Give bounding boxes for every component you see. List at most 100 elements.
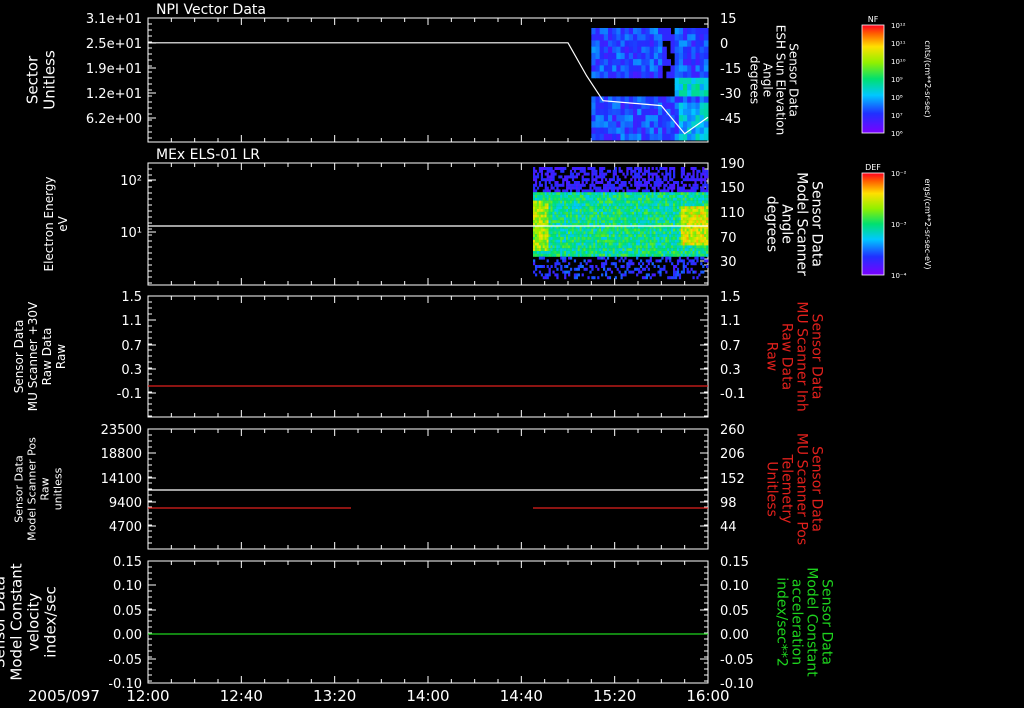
spectrogram-cell xyxy=(659,253,662,257)
spectrogram-cell xyxy=(643,276,647,280)
spectrogram-cell xyxy=(682,189,685,193)
panel-frame xyxy=(147,295,709,418)
spectrogram-cell xyxy=(562,256,565,260)
spectrogram-cell xyxy=(686,237,689,240)
spectrogram-cell xyxy=(692,262,695,266)
spectrogram-cell xyxy=(560,200,563,204)
spectrogram-cell xyxy=(616,203,619,207)
spectrogram-cell xyxy=(569,209,573,212)
spectrogram-cell xyxy=(581,228,584,232)
spectrogram-cell xyxy=(653,192,656,196)
spectrogram-cell xyxy=(544,242,547,246)
spectrogram-cell xyxy=(669,209,672,212)
spectrogram-cell xyxy=(651,203,654,207)
spectrogram-cell xyxy=(620,209,623,212)
spectrogram-cell xyxy=(678,242,682,246)
spectrogram-cell xyxy=(633,115,638,122)
spectrogram-cell xyxy=(558,209,561,212)
spectrogram-cell xyxy=(671,183,674,187)
spectrogram-cell xyxy=(696,245,699,249)
spectrogram-cell xyxy=(691,34,696,41)
spectrogram-cell xyxy=(564,242,567,246)
spectrogram-cell xyxy=(544,172,547,176)
spectrogram-cell xyxy=(706,211,709,215)
spectrogram-cell xyxy=(671,209,674,212)
spectrogram-cell xyxy=(688,217,691,221)
spectrogram-cell xyxy=(599,195,602,198)
spectrogram-cell xyxy=(620,248,623,252)
spectrogram-cell xyxy=(684,195,687,198)
spectrogram-cell xyxy=(593,228,596,232)
spectrogram-cell xyxy=(706,245,709,249)
spectrogram-cell xyxy=(534,183,538,187)
spectrogram-cell xyxy=(616,200,619,204)
spectrogram-cell xyxy=(573,217,577,221)
spectrogram-cell xyxy=(665,183,668,187)
spectrogram-cell xyxy=(595,203,598,207)
spectrogram-cell xyxy=(581,175,584,179)
spectrogram-cell xyxy=(702,197,705,201)
spectrogram-cell xyxy=(581,237,584,240)
spectrogram-cell xyxy=(566,214,569,218)
spectrogram-cell xyxy=(610,183,614,187)
spectrogram-cell xyxy=(630,253,633,257)
spectrogram-cell xyxy=(568,251,571,254)
spectrogram-cell xyxy=(634,189,637,193)
spectrogram-cell xyxy=(624,214,627,218)
spectrogram-cell xyxy=(620,127,626,135)
spectrogram-cell xyxy=(597,251,600,254)
spectrogram-cell xyxy=(638,242,641,246)
spectrogram-cell xyxy=(688,211,691,215)
spectrogram-cell xyxy=(649,237,652,240)
spectrogram-cell xyxy=(649,239,652,243)
spectrogram-cell xyxy=(700,189,703,193)
spectrogram-cell xyxy=(548,175,551,179)
spectrogram-cell xyxy=(655,197,658,201)
spectrogram-cell xyxy=(700,270,703,274)
spectrogram-cell xyxy=(636,220,639,224)
spectrogram-cell xyxy=(556,211,559,215)
spectrogram-cell xyxy=(661,181,664,184)
spectrogram-cell xyxy=(645,52,651,60)
spectrogram-cell xyxy=(610,248,614,252)
spectrogram-cell xyxy=(614,169,617,173)
spectrogram-cell xyxy=(573,253,577,257)
right-tick-label: 0.05 xyxy=(720,604,749,619)
spectrogram-cell xyxy=(703,28,709,35)
spectrogram-cell xyxy=(702,248,705,252)
spectrogram-cell xyxy=(676,206,680,210)
spectrogram-cell xyxy=(597,197,600,201)
spectrogram-cell xyxy=(587,209,590,212)
spectrogram-cell xyxy=(610,214,614,218)
spectrogram-cell xyxy=(676,186,680,190)
spectrogram-cell xyxy=(624,203,627,207)
spectrogram-cell xyxy=(678,28,684,35)
spectrogram-cell xyxy=(666,59,671,66)
spectrogram-cell xyxy=(581,169,584,173)
spectrogram-cell xyxy=(612,115,617,122)
spectrogram-cell xyxy=(682,169,685,173)
spectrogram-cell xyxy=(634,172,637,176)
spectrogram-cell xyxy=(676,189,680,193)
spectrogram-cell xyxy=(573,276,577,280)
spectrogram-cell xyxy=(680,248,684,252)
spectrogram-cell xyxy=(579,242,582,246)
spectrogram-cell xyxy=(704,192,707,196)
y-axis-label: Sensor Data xyxy=(13,455,26,522)
spectrogram-cell xyxy=(641,220,645,224)
spectrogram-cell xyxy=(604,273,608,277)
spectrogram-cell xyxy=(645,239,649,243)
spectrogram-cell xyxy=(558,175,561,179)
spectrogram-cell xyxy=(649,214,652,218)
spectrogram-cell xyxy=(597,203,600,207)
spectrogram-cell xyxy=(632,251,635,254)
spectrogram-cell xyxy=(674,214,678,218)
spectrogram-cell xyxy=(587,200,590,204)
y-axis-label: Electron Energy xyxy=(42,176,56,271)
spectrogram-cell xyxy=(577,234,580,238)
spectrogram-cell xyxy=(579,195,582,198)
spectrogram-cell xyxy=(585,239,588,243)
spectrogram-cell xyxy=(653,172,656,176)
spectrogram-cell xyxy=(649,211,652,215)
spectrogram-cell xyxy=(597,192,600,196)
